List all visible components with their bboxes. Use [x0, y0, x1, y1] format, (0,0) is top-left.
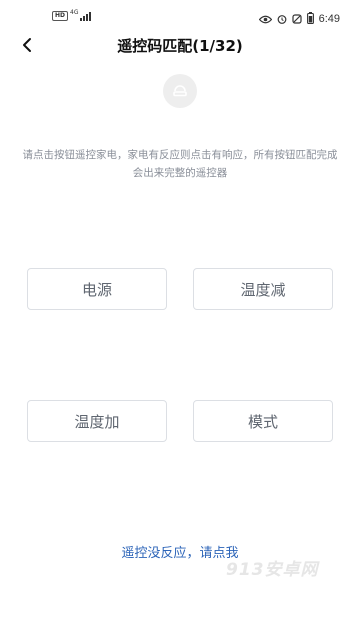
status-time: 6:49	[318, 12, 340, 25]
network-type: 4G	[70, 8, 79, 16]
instruction-text: 请点击按钮遥控家电，家电有反应则点击有响应，所有按钮匹配完成会出来完整的遥控器	[22, 149, 338, 179]
mute-icon	[291, 9, 302, 28]
eye-icon	[258, 9, 272, 28]
power-button[interactable]: 电源	[27, 268, 167, 310]
watermark: 913安卓网	[226, 560, 319, 580]
temperature-down-button[interactable]: 温度减	[193, 268, 333, 310]
mode-button[interactable]: 模式	[193, 400, 333, 442]
nav-bar: 遥控码匹配(1/32)	[0, 28, 360, 62]
battery-icon	[306, 9, 314, 28]
status-right: 6:49	[258, 9, 340, 28]
hd-badge: HD	[52, 11, 69, 21]
device-icon	[163, 74, 197, 108]
page-title: 遥控码匹配(1/32)	[117, 37, 243, 55]
temperature-up-button[interactable]: 温度加	[27, 400, 167, 442]
alarm-icon	[277, 9, 287, 28]
status-left: HD 4G	[52, 8, 92, 21]
signal-strength-icon	[80, 11, 92, 21]
